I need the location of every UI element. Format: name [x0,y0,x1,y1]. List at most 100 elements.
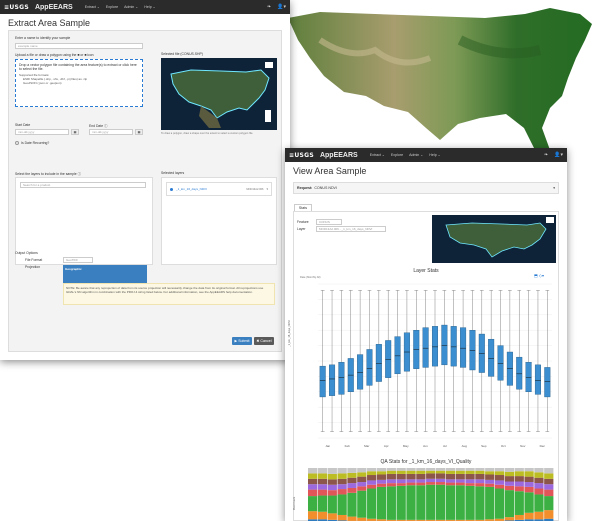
x-tick-label: Mar [364,444,369,448]
stacked-segment [386,470,396,474]
product-search-input[interactable]: Search for a product [20,182,146,188]
stacked-segment [534,488,544,495]
x-tick-label: Dec [540,444,546,448]
stacked-segment [514,476,524,482]
submit-button[interactable]: ▶ Submit [232,337,252,345]
stacked-segment [475,468,485,471]
stacked-segment [534,511,544,520]
stacked-segment [504,490,515,518]
output-options-label: Output Options [15,251,38,255]
stacked-segment [396,468,406,471]
projection-select[interactable]: Geographic [63,265,147,285]
layer-stats-subtitle: Date (Monthly All) [300,276,321,279]
stacked-segment [317,473,328,479]
recurring-label: Is Date Recurring? [21,141,50,145]
stacked-segment [376,486,387,520]
nav-help[interactable]: Help ⌄ [144,5,155,9]
stacked-segment [455,479,465,483]
stacked-segment [426,484,436,520]
stacked-segment [337,494,347,515]
stacked-segment [376,474,387,480]
upload-label: Upload a file or draw a polygon using th… [15,53,94,57]
nav-admin[interactable]: Admin ⌄ [409,153,423,157]
calendar-icon[interactable]: ▦ [71,129,79,135]
stacked-segment [317,468,328,474]
app-name[interactable]: AppEEARS [35,4,73,11]
end-date-label: End Date ⓘ [89,124,108,128]
stacked-segment [435,473,446,479]
box [488,338,495,377]
nav-admin[interactable]: Admin ⌄ [124,5,138,9]
selected-layer-item[interactable]: _1_km_16_days_NDVI MOD13A2.006 ▾ [166,182,272,196]
stacked-segment [367,471,377,476]
chevron-down-icon[interactable]: ▾ [553,186,555,190]
stacked-segment [426,478,436,483]
file-format-select[interactable]: GeoTIFF [63,257,93,263]
stacked-segment [494,484,505,489]
notifications-icon[interactable]: ❧ [544,152,548,158]
stacked-segment [386,473,396,480]
stacked-segment [337,468,347,474]
stacked-segment [504,468,515,472]
box [525,362,532,392]
stacked-segment [524,512,534,520]
notifications-icon[interactable]: ❧ [267,4,271,10]
stacked-segment [347,492,357,517]
app-name[interactable]: AppEEARS [320,152,358,159]
nav-extract[interactable]: Extract ⌄ [85,5,100,9]
box [375,344,382,382]
usgs-logo[interactable]: ≡USGS [4,4,29,11]
feature-select[interactable]: CONUS [316,219,342,225]
start-date-input[interactable]: mm-dd-yyyy [15,129,69,135]
stacked-segment [357,476,367,483]
stacked-segment [455,468,465,471]
stacked-segment [317,478,328,485]
stacked-segment [534,483,544,489]
x-tick-label: Aug [462,444,468,448]
stacked-segment [475,483,485,487]
recurring-toggle[interactable]: Is Date Recurring? [15,141,49,145]
stacked-segment [435,470,446,474]
top-navbar: ≡USGS AppEEARS Extract ⌄ Explore Admin ⌄… [285,148,567,162]
nav-explore[interactable]: Explore [391,153,403,157]
x-tick-label: Oct [501,444,506,448]
nav-explore[interactable]: Explore [106,5,118,9]
box [394,336,401,375]
nav-help[interactable]: Help ⌄ [429,153,440,157]
usgs-logo[interactable]: ≡USGS [289,152,314,159]
end-date-input[interactable]: mm-dd-yyyy [89,129,133,135]
polygon-map[interactable] [161,58,277,130]
view-map[interactable] [432,215,556,263]
stacked-segment [406,473,416,480]
chevron-down-icon[interactable]: ▾ [266,187,268,191]
box [441,324,448,366]
cancel-button[interactable]: ✖ Cancel [254,337,274,345]
box [497,345,504,381]
sample-name-input[interactable]: example name [15,43,143,49]
file-drop-zone[interactable]: Drop a vector polygon file containing th… [15,59,143,107]
chart-download-icon[interactable]: ⬒ ◇▾ [534,273,544,278]
stacked-segment [416,470,426,474]
user-menu-icon[interactable]: 👤▾ [554,152,563,158]
nav-extract[interactable]: Extract ⌄ [370,153,385,157]
stacked-segment [357,517,367,521]
box [385,340,392,378]
stacked-segment [504,485,515,491]
stacked-segment [347,483,357,488]
request-bar[interactable]: Request: CONUS NDVI ▾ [293,182,559,194]
stacked-segment [416,485,426,520]
stacked-segment [337,489,347,495]
user-menu-icon[interactable]: 👤▾ [277,4,286,10]
stacked-segment [386,486,396,520]
stacked-segment [327,495,337,514]
stacked-segment [327,468,337,474]
calendar-icon[interactable]: ▦ [135,129,143,135]
stacked-segment [514,481,524,487]
stacked-segment [504,471,515,477]
recurring-checkbox[interactable] [15,141,19,145]
box [534,364,541,395]
stacked-segment [485,468,495,472]
layer-select[interactable]: MOD13A2.006 - _1_km_16_days_NDVI [316,226,386,232]
stacked-segment [317,511,328,520]
stacked-segment [514,491,524,515]
